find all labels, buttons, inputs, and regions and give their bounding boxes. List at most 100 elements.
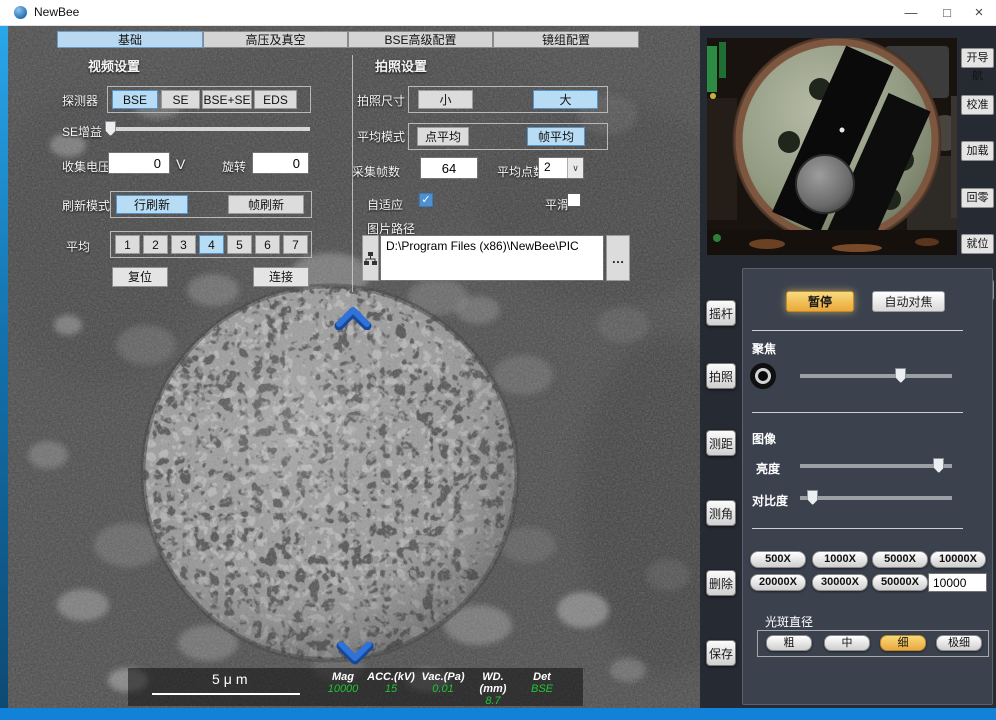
- avg-mode-label: 平均模式: [357, 128, 405, 145]
- brightness-label: 亮度: [756, 460, 780, 477]
- status-mag-value: 10000: [319, 683, 367, 695]
- refresh-mode-label: 刷新模式: [62, 197, 110, 214]
- contrast-label: 对比度: [752, 492, 788, 509]
- tool-measure-distance-button[interactable]: 测距: [706, 430, 736, 456]
- mag-500x-button[interactable]: 500X: [750, 551, 806, 568]
- adaptive-label: 自适应: [367, 196, 403, 213]
- voltage-unit-label: V: [176, 156, 185, 172]
- pause-button[interactable]: 暂停: [786, 291, 854, 312]
- rotation-input[interactable]: [252, 152, 309, 174]
- focus-label: 聚焦: [752, 340, 776, 357]
- focus-thumb[interactable]: [895, 368, 906, 383]
- nav-open-navigation-button[interactable]: 开导航: [961, 48, 994, 68]
- average-2-button[interactable]: 2: [143, 235, 168, 254]
- minimize-button[interactable]: —: [894, 0, 928, 25]
- spot-coarse-button[interactable]: 粗: [766, 635, 812, 651]
- stage-move-down-icon[interactable]: [336, 642, 374, 666]
- se-gain-label: SE增益: [62, 123, 102, 140]
- detector-se-button[interactable]: SE: [161, 90, 200, 109]
- tool-measure-angle-button[interactable]: 测角: [706, 500, 736, 526]
- average-5-button[interactable]: 5: [227, 235, 252, 254]
- tab-bse-advanced[interactable]: BSE高级配置: [348, 31, 493, 48]
- tab-hv-vacuum[interactable]: 高压及真空: [203, 31, 348, 48]
- smooth-checkbox[interactable]: [567, 193, 581, 207]
- refresh-frame-button[interactable]: 帧刷新: [228, 195, 304, 214]
- status-vac-label: Vac.(Pa): [419, 671, 467, 683]
- average-4-button[interactable]: 4: [199, 235, 224, 254]
- mag-30000x-button[interactable]: 30000X: [812, 574, 868, 591]
- average-1-button[interactable]: 1: [115, 235, 140, 254]
- image-section-label: 图像: [752, 430, 776, 447]
- mag-5000x-button[interactable]: 5000X: [872, 551, 928, 568]
- mag-50000x-button[interactable]: 50000X: [872, 574, 928, 591]
- panel-divider-3: [752, 528, 963, 529]
- size-large-button[interactable]: 大: [533, 90, 598, 109]
- contrast-slider[interactable]: [800, 490, 952, 506]
- focus-slider[interactable]: [800, 368, 952, 384]
- average-3-button[interactable]: 3: [171, 235, 196, 254]
- window-title: NewBee: [34, 5, 79, 19]
- detector-bse-button[interactable]: BSE: [112, 90, 158, 109]
- taskbar[interactable]: [0, 708, 996, 720]
- points-dropdown[interactable]: 2 ∨: [538, 157, 584, 179]
- stage-move-up-icon[interactable]: [334, 306, 372, 330]
- se-gain-slider[interactable]: [108, 121, 310, 137]
- mag-value-input[interactable]: [928, 573, 987, 592]
- scale-label: 5μm: [212, 671, 252, 687]
- detector-bsese-button[interactable]: BSE+SE: [202, 90, 252, 109]
- spot-extra-fine-button[interactable]: 极细: [936, 635, 982, 651]
- average-7-button[interactable]: 7: [283, 235, 308, 254]
- focus-target-icon[interactable]: [750, 363, 776, 389]
- tool-joystick-button[interactable]: 摇杆: [706, 300, 736, 326]
- mag-1000x-button[interactable]: 1000X: [812, 551, 868, 568]
- tab-lens-config[interactable]: 镜组配置: [493, 31, 639, 48]
- avg-frame-button[interactable]: 帧平均: [527, 127, 585, 146]
- status-wd-label: WD.(mm): [469, 671, 517, 695]
- spot-fine-button[interactable]: 细: [880, 635, 926, 651]
- autofocus-button[interactable]: 自动对焦: [872, 291, 945, 312]
- close-button[interactable]: ×: [962, 0, 996, 25]
- spot-medium-button[interactable]: 中: [824, 635, 870, 651]
- panel-divider-2: [752, 412, 963, 413]
- desktop-edge: [0, 25, 8, 708]
- path-input[interactable]: D:\Program Files (x86)\NewBee\PIC: [380, 235, 604, 281]
- tool-save-button[interactable]: 保存: [706, 640, 736, 666]
- browse-button[interactable]: …: [606, 235, 630, 281]
- brightness-slider[interactable]: [800, 458, 952, 474]
- nav-zero-button[interactable]: 回零: [961, 188, 994, 208]
- status-det-label: Det: [518, 671, 566, 683]
- collect-voltage-input[interactable]: [108, 152, 170, 174]
- path-tree-icon: [364, 252, 377, 265]
- adaptive-checkbox[interactable]: ✓: [419, 193, 433, 207]
- connect-button[interactable]: 连接: [253, 267, 309, 287]
- refresh-line-button[interactable]: 行刷新: [116, 195, 188, 214]
- status-acc-value: 15: [367, 683, 415, 695]
- tool-capture-button[interactable]: 拍照: [706, 363, 736, 389]
- contrast-thumb[interactable]: [807, 490, 818, 505]
- brightness-track: [800, 464, 952, 468]
- frames-input[interactable]: [420, 157, 478, 179]
- average-6-button[interactable]: 6: [255, 235, 280, 254]
- reset-button[interactable]: 复位: [112, 267, 168, 287]
- rotation-label: 旋转: [222, 158, 246, 175]
- nav-load-button[interactable]: 加载: [961, 141, 994, 161]
- nav-in-position-button[interactable]: 就位: [961, 234, 994, 254]
- nav-calibrate-button[interactable]: 校准: [961, 95, 994, 115]
- brightness-thumb[interactable]: [933, 458, 944, 473]
- smooth-label: 平滑: [545, 196, 569, 213]
- app-icon: [14, 6, 27, 19]
- chamber-camera-view: [707, 38, 957, 255]
- chevron-down-icon[interactable]: ∨: [567, 158, 583, 178]
- avg-point-button[interactable]: 点平均: [417, 127, 469, 146]
- path-tree-button[interactable]: [362, 235, 379, 281]
- tab-basic[interactable]: 基础: [57, 31, 203, 48]
- average-label: 平均: [66, 238, 90, 255]
- size-small-button[interactable]: 小: [418, 90, 473, 109]
- frames-label: 采集帧数: [352, 163, 400, 180]
- detector-eds-button[interactable]: EDS: [254, 90, 297, 109]
- mag-20000x-button[interactable]: 20000X: [750, 574, 806, 591]
- tool-delete-button[interactable]: 删除: [706, 570, 736, 596]
- mag-10000x-button[interactable]: 10000X: [930, 551, 986, 568]
- maximize-button[interactable]: □: [930, 0, 964, 25]
- video-settings-title: 视频设置: [88, 56, 140, 75]
